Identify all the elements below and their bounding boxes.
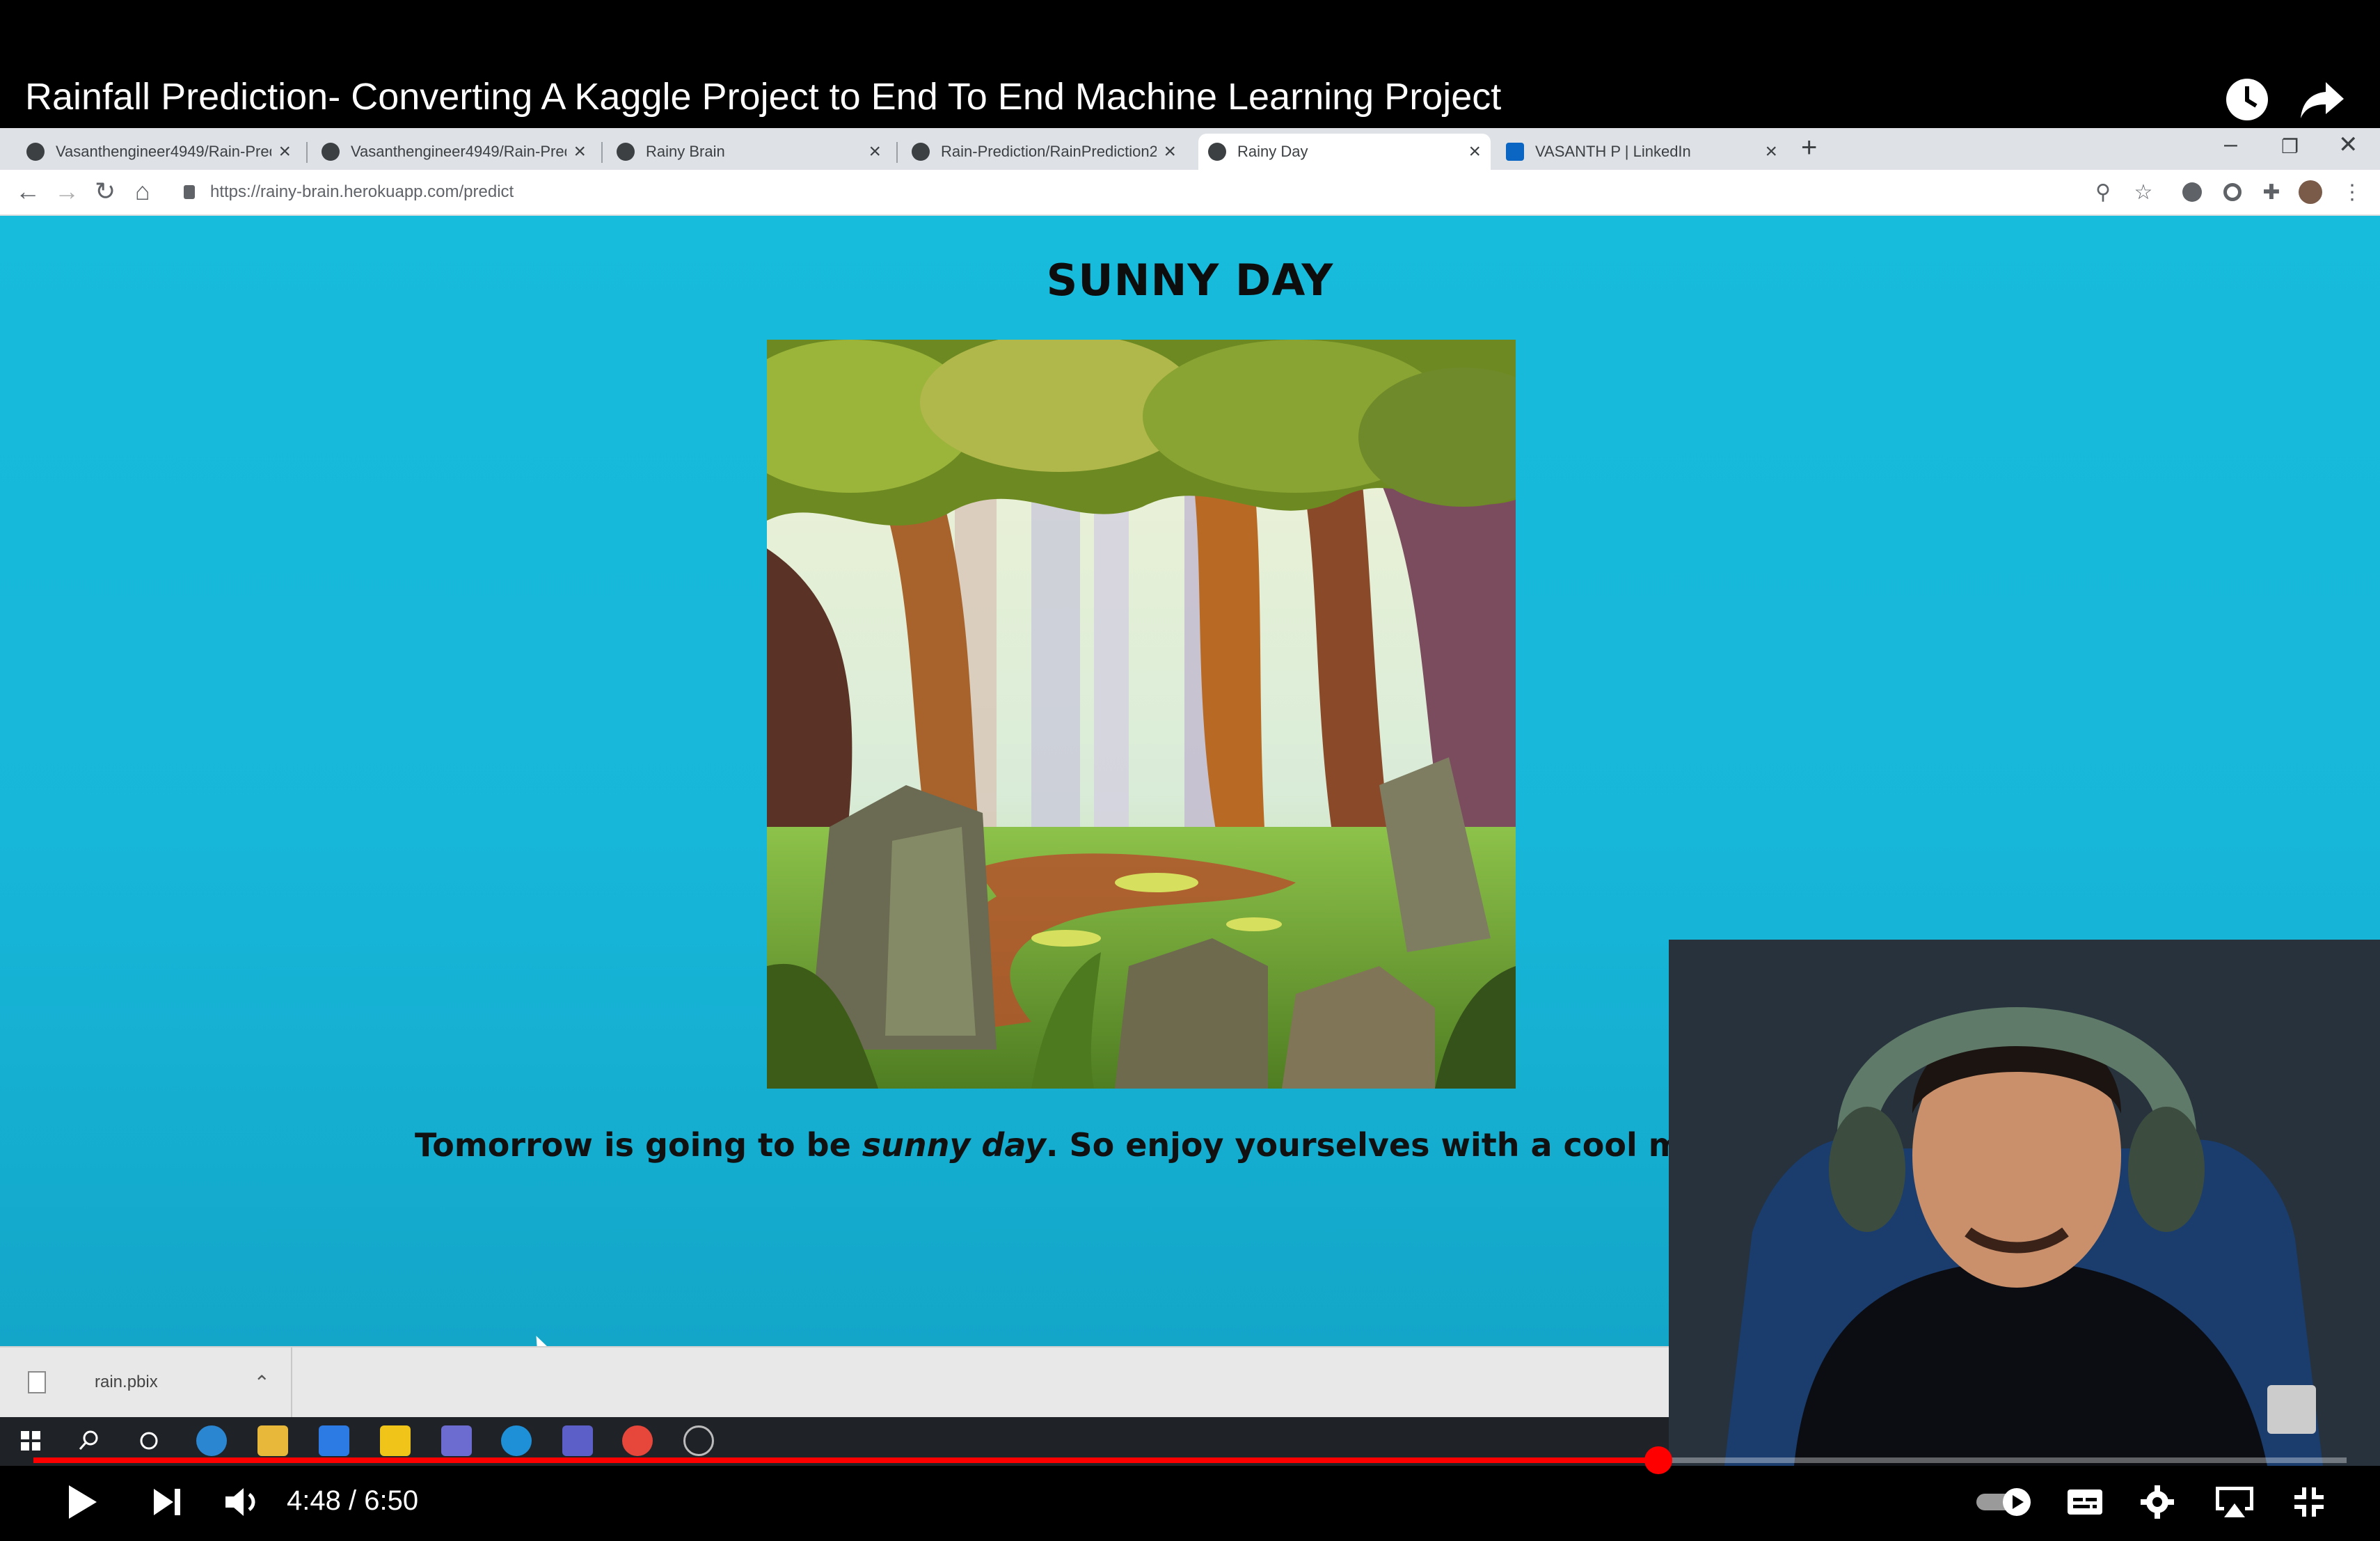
message-prefix: Tomorrow is going to be — [415, 1126, 862, 1164]
lock-icon — [184, 185, 195, 199]
address-bar[interactable]: https://rainy-brain.herokuapp.com/predic… — [184, 175, 2104, 209]
zoom-icon[interactable]: ⚲ — [2091, 180, 2116, 205]
airplay-icon[interactable] — [2210, 1480, 2259, 1524]
tab-label: Vasanthengineer4949/Rain-Pred — [56, 143, 272, 160]
globe-icon — [1208, 143, 1226, 161]
close-tab-icon[interactable]: × — [1468, 140, 1481, 164]
github-icon — [26, 143, 45, 161]
tab-divider — [306, 142, 308, 163]
video-header: Rainfall Prediction- Converting A Kaggle… — [0, 0, 2380, 128]
subtitles-icon[interactable] — [2063, 1480, 2107, 1524]
play-icon[interactable] — [60, 1480, 104, 1524]
download-item[interactable]: rain.pbix ⌃ — [14, 1348, 292, 1417]
close-tab-icon[interactable]: × — [1765, 140, 1777, 164]
file-explorer-icon[interactable] — [257, 1425, 288, 1456]
url-text: https://rainy-brain.herokuapp.com/predic… — [210, 182, 514, 201]
home-icon[interactable]: ⌂ — [135, 177, 150, 206]
edge-icon[interactable] — [196, 1425, 227, 1456]
time-separator: / — [348, 1485, 357, 1516]
browser-toolbar: ← → ↻ ⌂ https://rainy-brain.herokuapp.co… — [0, 170, 2380, 216]
volume-icon[interactable] — [220, 1480, 264, 1524]
back-arrow-icon[interactable]: ← — [15, 177, 40, 206]
tab-rainy-day[interactable]: Rainy Day × — [1198, 134, 1491, 170]
sunny-forest-illustration — [767, 340, 1516, 1089]
new-tab-button[interactable]: + — [1801, 132, 1817, 164]
bookmark-star-icon[interactable]: ☆ — [2131, 180, 2156, 205]
video-scrubber-handle[interactable] — [1644, 1446, 1673, 1474]
menu-kebab-icon[interactable]: ⋮ — [2340, 180, 2365, 205]
tab-rainy-brain[interactable]: Rainy Brain × — [607, 134, 891, 170]
close-tab-icon[interactable]: × — [278, 140, 291, 164]
next-video-icon[interactable] — [145, 1480, 189, 1524]
close-tab-icon[interactable]: × — [1164, 140, 1176, 164]
store-icon[interactable] — [380, 1425, 411, 1456]
forward-arrow-icon[interactable]: → — [54, 177, 79, 206]
presenter-webcam — [1669, 940, 2380, 1466]
watch-later-icon[interactable] — [2223, 75, 2278, 131]
tab-github-rain-pred-1[interactable]: Vasanthengineer4949/Rain-Pred × — [17, 134, 301, 170]
windows-start-icon[interactable] — [15, 1425, 46, 1456]
extensions-puzzle-icon[interactable]: ✚ — [2259, 180, 2284, 205]
app-icon[interactable] — [441, 1425, 472, 1456]
video-duration: 6:50 — [364, 1485, 419, 1516]
video-progress-bar[interactable] — [33, 1446, 2347, 1474]
tab-github-rainprediction2[interactable]: Rain-Prediction/RainPrediction2 × — [902, 134, 1186, 170]
video-title[interactable]: Rainfall Prediction- Converting A Kaggle… — [25, 75, 1501, 118]
github-icon — [322, 143, 340, 161]
tab-linkedin[interactable]: VASANTH P | LinkedIn × — [1496, 134, 1787, 170]
autoplay-toggle[interactable] — [1974, 1480, 2036, 1524]
skype-icon[interactable] — [501, 1425, 532, 1456]
globe-icon — [617, 143, 635, 161]
settings-gear-icon[interactable] — [2135, 1480, 2180, 1524]
tab-label: Rain-Prediction/RainPrediction2 — [941, 143, 1157, 160]
close-tab-icon[interactable]: × — [573, 140, 586, 164]
message-emphasis: sunny day — [862, 1126, 1046, 1164]
exit-fullscreen-icon[interactable] — [2287, 1480, 2331, 1524]
minimize-window-button[interactable]: – — [2224, 131, 2237, 158]
extension-1-icon[interactable] — [2180, 180, 2205, 205]
search-icon[interactable] — [74, 1425, 104, 1456]
browser-tab-bar: Vasanthengineer4949/Rain-Pred × Vasanthe… — [0, 128, 2380, 170]
tab-divider — [896, 142, 898, 163]
profile-avatar[interactable] — [2298, 180, 2323, 205]
mail-icon[interactable] — [319, 1425, 349, 1456]
chevron-up-icon[interactable]: ⌃ — [254, 1371, 270, 1394]
tab-github-rain-pred-2[interactable]: Vasanthengineer4949/Rain-Pred × — [312, 134, 596, 170]
tab-label: VASANTH P | LinkedIn — [1535, 143, 1691, 160]
tab-label: Vasanthengineer4949/Rain-Pred — [351, 143, 567, 160]
github-icon — [912, 143, 930, 161]
tab-divider — [601, 142, 603, 163]
chrome-icon[interactable] — [622, 1425, 653, 1456]
tab-label: Rainy Brain — [646, 143, 725, 160]
close-window-button[interactable]: ✕ — [2338, 131, 2358, 159]
page-title: SUNNY DAY — [1046, 255, 1334, 306]
current-time: 4:48 — [287, 1485, 341, 1516]
time-display: 4:48 / 6:50 — [287, 1485, 418, 1517]
reload-icon[interactable]: ↻ — [95, 177, 116, 206]
video-progress-played — [33, 1457, 1659, 1463]
tab-label: Rainy Day — [1237, 143, 1308, 160]
linkedin-icon — [1506, 143, 1524, 161]
obs-icon[interactable] — [683, 1425, 714, 1456]
extension-2-icon[interactable] — [2220, 180, 2245, 205]
cortana-icon[interactable] — [134, 1425, 164, 1456]
share-icon[interactable] — [2298, 75, 2354, 131]
restore-window-button[interactable]: ❐ — [2281, 135, 2299, 158]
teams-icon[interactable] — [562, 1425, 593, 1456]
close-tab-icon[interactable]: × — [868, 140, 881, 164]
download-file-name: rain.pbix — [95, 1373, 158, 1391]
file-icon — [28, 1371, 46, 1393]
